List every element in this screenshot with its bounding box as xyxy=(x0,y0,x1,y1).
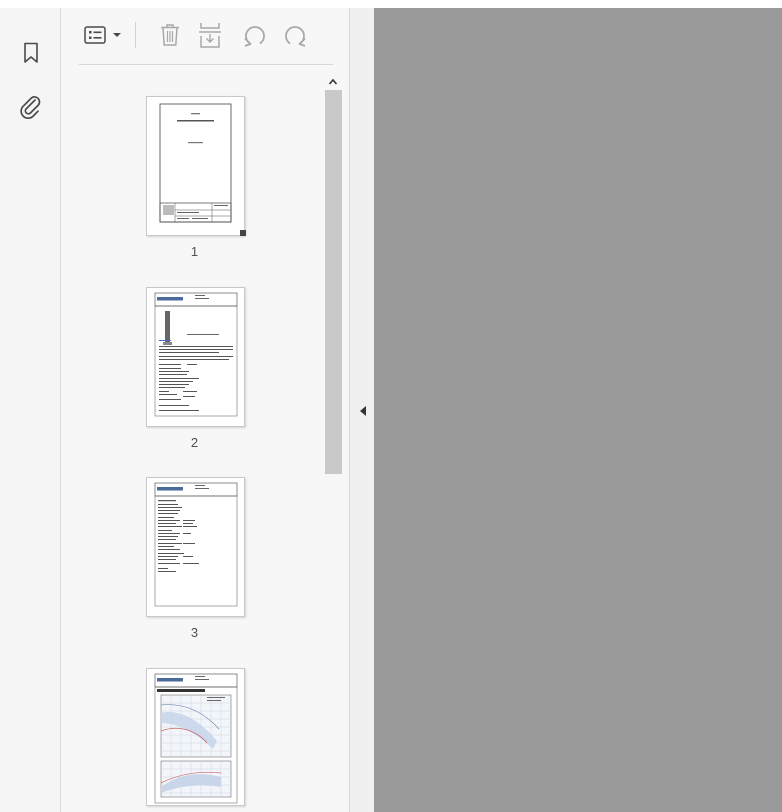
rotate-clockwise-icon xyxy=(285,26,306,47)
rotate-counterclockwise-icon xyxy=(244,26,265,47)
page-thumbnail-4[interactable] xyxy=(146,668,245,806)
rotate-counterclockwise-button[interactable] xyxy=(241,20,269,50)
thumbnails-scrollbar[interactable] xyxy=(323,74,342,812)
thumbnail-options-icon xyxy=(84,26,106,44)
paperclip-icon xyxy=(20,96,41,119)
thumbnail-options-button[interactable] xyxy=(81,20,125,50)
chevron-down-icon xyxy=(113,33,121,37)
thumbnails-toolbar xyxy=(61,8,350,64)
page-number-2: 2 xyxy=(190,435,199,450)
bookmark-icon xyxy=(24,42,38,63)
page-number-1: 1 xyxy=(190,244,199,259)
page-thumbnails-panel: 1 2 3 xyxy=(61,8,350,812)
scroll-thumb[interactable] xyxy=(325,90,342,474)
toolbar-separator xyxy=(135,22,136,48)
panel-collapse-strip xyxy=(350,8,374,812)
page-3-preview xyxy=(154,482,238,607)
page-1-preview xyxy=(159,103,232,223)
bookmarks-button[interactable] xyxy=(18,40,44,66)
insert-page-icon xyxy=(199,23,221,48)
toolbar-divider xyxy=(79,64,333,65)
page-thumbnail-1[interactable] xyxy=(146,96,245,236)
scroll-up-button[interactable] xyxy=(323,74,342,90)
insert-page-button[interactable] xyxy=(197,20,223,50)
page-thumbnail-2[interactable] xyxy=(146,287,245,427)
caret-left-icon xyxy=(360,406,366,416)
page-thumbnail-3[interactable] xyxy=(146,477,245,617)
collapse-panel-button[interactable] xyxy=(358,404,368,418)
page-number-3: 3 xyxy=(190,625,199,640)
left-navigation-rail xyxy=(0,8,61,812)
thumbnail-resize-handle[interactable] xyxy=(240,230,246,236)
trash-icon xyxy=(161,24,179,46)
chevron-up-icon xyxy=(328,78,337,85)
attachments-button[interactable] xyxy=(18,94,44,120)
delete-page-button[interactable] xyxy=(157,20,183,50)
page-2-preview xyxy=(154,292,238,417)
document-view-area[interactable] xyxy=(374,8,782,812)
page-4-preview xyxy=(154,673,238,804)
rotate-clockwise-button[interactable] xyxy=(281,20,309,50)
window-top-border xyxy=(0,0,782,8)
